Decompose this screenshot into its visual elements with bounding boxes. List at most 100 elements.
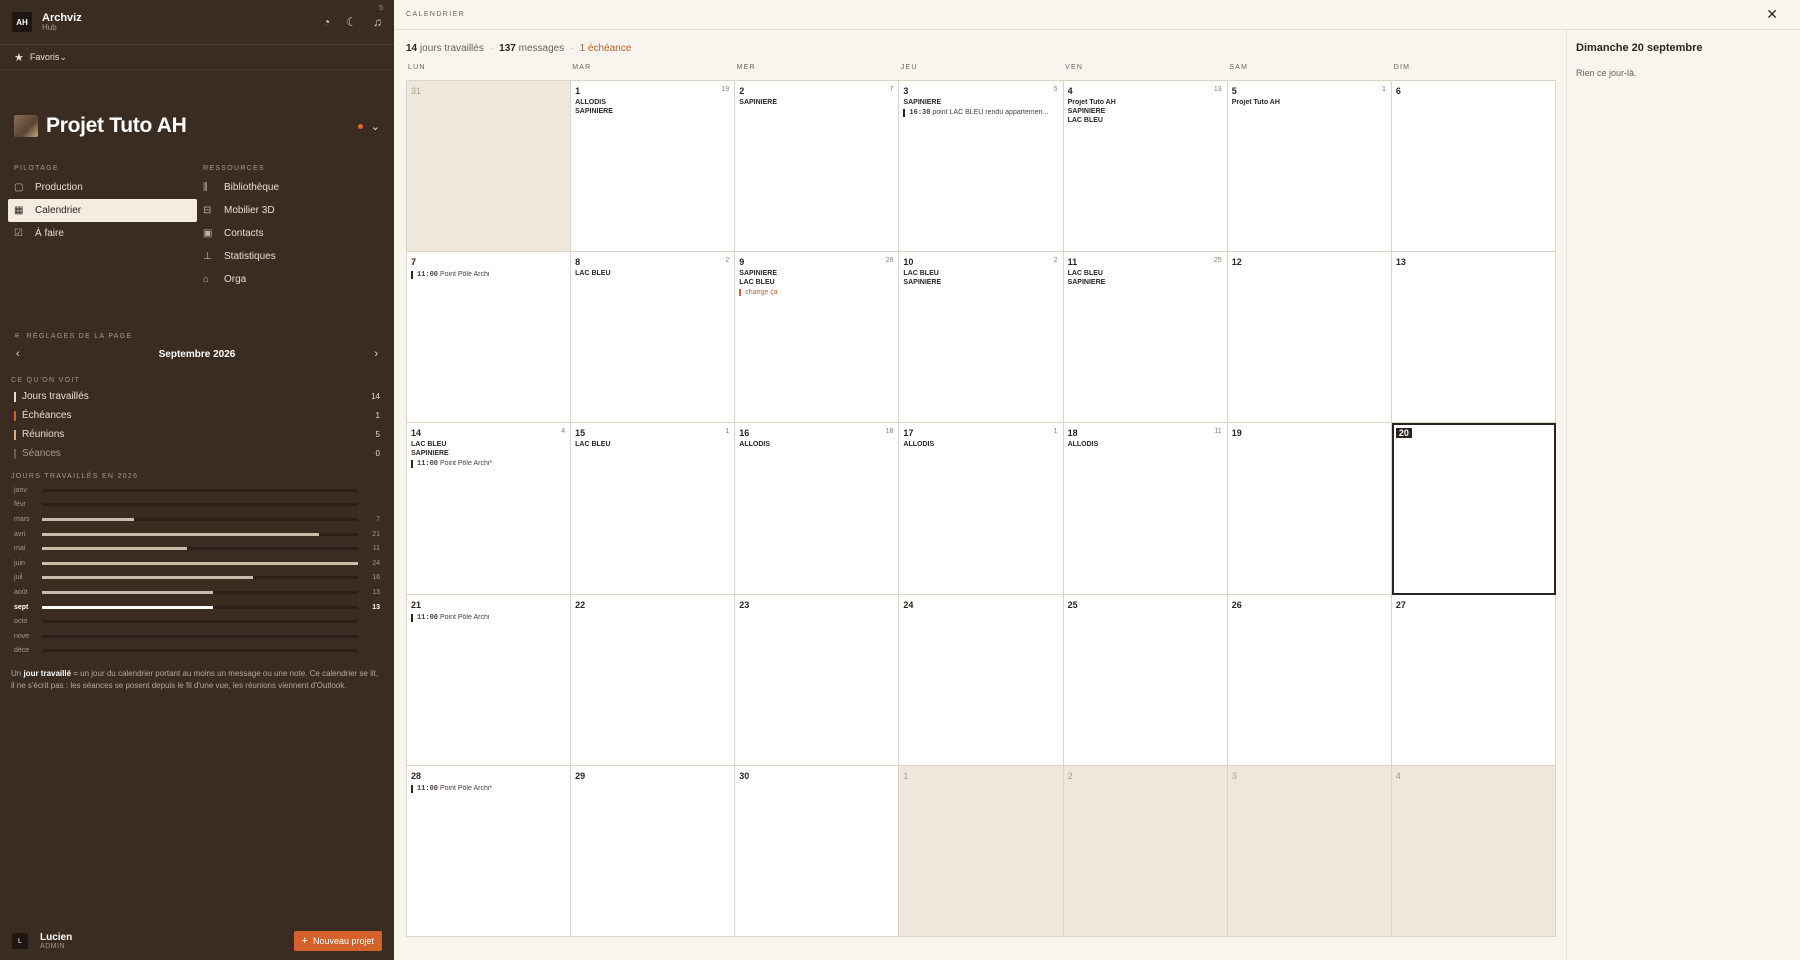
day-cell[interactable]: 9 28 SAPINIERE LAC BLEU change ça [735,252,900,424]
project-event[interactable]: LAC BLEU [1068,117,1223,124]
day-cell[interactable]: 25 [1063,594,1228,766]
meeting-event[interactable]: 11:00 Point Pôle Archi* [411,784,566,793]
layer-toggle[interactable]: Jours travaillés 14 [0,387,394,406]
deadline-event[interactable]: change ça [739,289,894,297]
project-event[interactable]: Projet Tuto AH [1232,99,1387,106]
day-cell[interactable]: 3 5 SAPINIERE 16:30 point LAC BLEU rendu ap… [899,81,1064,253]
month-value: 13 [372,603,380,611]
user-avatar[interactable]: L [12,933,28,949]
day-cell[interactable]: 20 [1391,423,1556,595]
day-cell[interactable]: 23 [735,594,900,766]
new-project-button[interactable]: + Nouveau projet [293,931,382,951]
moon-icon[interactable]: ☾ [346,15,357,29]
project-event[interactable]: SAPINIERE [575,108,730,115]
day-number: 15 [575,428,586,439]
nav-item-biblioth-que[interactable]: ⫼ Bibliothèque [197,176,386,199]
day-number: 2 [1067,770,1073,781]
day-number: 22 [575,599,586,610]
day-cell[interactable]: 5 1 Projet Tuto AH [1227,81,1392,253]
nav-item-statistiques[interactable]: ⊥ Statistiques [197,245,386,268]
day-number: 4 [1395,770,1401,781]
project-event[interactable]: SAPINIERE [1068,279,1223,286]
project-event[interactable]: ALLODIS [739,441,894,448]
folder-icon: ▢ [14,182,24,193]
project-event[interactable]: SAPINIERE [1068,108,1223,115]
day-cell[interactable]: 1 [899,765,1064,937]
org-icon: ⌂ [203,274,210,285]
meeting-event[interactable]: 11:00 Point Pôle Archi* [411,460,566,469]
project-event[interactable]: SAPINIERE [739,270,894,277]
day-cell[interactable]: 12 [1227,252,1392,424]
bell-icon[interactable]: ♫ [373,15,382,29]
project-event[interactable]: SAPINIERE [739,99,894,106]
weekday-label: MER [736,64,756,71]
meeting-event[interactable]: 11:00 Point Pôle Archi [411,613,566,622]
layer-toggle[interactable]: Échéances 1 [0,406,394,425]
chevron-down-icon[interactable]: ⌄ [59,52,67,63]
day-cell[interactable]: 18 11 ALLODIS [1063,423,1228,595]
favorites-row[interactable]: ★ Favoris 5 ⌄ [0,5,394,69]
day-cell[interactable]: 1 19 ALLODIS SAPINIERE [571,81,736,253]
meeting-event[interactable]: 11:00 Point Pôle Archi [411,271,566,280]
nav-item--faire[interactable]: ☑ À faire [8,222,197,245]
day-cell[interactable]: 11 25 LAC BLEU SAPINIERE [1063,252,1228,424]
day-number: 20 [1395,428,1412,439]
nav-item-label: Production [35,182,83,193]
day-cell[interactable]: 15 1 LAC BLEU [571,423,736,595]
day-cell[interactable]: 24 [899,594,1064,766]
project-event[interactable]: LAC BLEU [739,279,894,286]
day-cell[interactable]: 7 11:00 Point Pôle Archi [407,252,572,424]
day-cell[interactable]: 28 11:00 Point Pôle Archi* [407,765,572,937]
day-cell[interactable]: 14 4 LAC BLEU SAPINIERE 11:00 Point Pôle Arc… [407,423,572,595]
nav-item-mobilier-3d[interactable]: ⊟ Mobilier 3D [197,199,386,222]
day-cell[interactable]: 16 18 ALLODIS [735,423,900,595]
project-event[interactable]: SAPINIERE [903,99,1058,106]
project-event[interactable]: SAPINIERE [411,450,566,457]
meeting-event[interactable]: 16:30 point LAC BLEU rendu appartemen... [903,109,1058,117]
day-cell[interactable]: 22 [571,594,736,766]
day-cell[interactable]: 2 7 SAPINIERE [735,81,900,253]
day-cell[interactable]: 13 [1391,252,1556,424]
day-cell[interactable]: 19 [1227,423,1392,595]
weekday-label: VEN [1065,64,1084,71]
project-event[interactable]: LAC BLEU [575,441,730,448]
layer-toggle[interactable]: Réunions 5 [0,425,394,444]
project-event[interactable]: LAC BLEU [411,441,566,448]
day-cell[interactable]: 10 2 LAC BLEU SAPINIERE [899,252,1064,424]
project-event[interactable]: LAC BLEU [1068,270,1223,277]
palette-icon[interactable]: ◔ [323,15,330,29]
day-cell[interactable]: 27 [1391,594,1556,766]
project-event[interactable]: LAC BLEU [903,270,1058,277]
day-cell[interactable]: 4 [1391,765,1556,937]
day-cell[interactable]: 6 [1391,81,1556,253]
app-avatar[interactable]: AH [12,12,32,32]
nav-item-calendrier[interactable]: ▦ Calendrier [8,199,197,222]
day-cell[interactable]: 29 [571,765,736,937]
nav-item-contacts[interactable]: ▣ Contacts [197,222,386,245]
day-cell[interactable]: 21 11:00 Point Pôle Archi [407,594,572,766]
day-cell[interactable]: 26 [1227,594,1392,766]
message-count: 11 [1214,428,1222,436]
day-cell[interactable]: 31 [407,81,572,253]
project-event[interactable]: Projet Tuto AH [1068,99,1223,106]
day-cell[interactable]: 2 [1063,765,1228,937]
project-event[interactable]: ALLODIS [575,99,730,106]
layer-label: Séances [22,448,61,459]
meeting-time: 11:00 [417,784,439,793]
project-event[interactable]: LAC BLEU [575,270,730,277]
close-icon[interactable]: ✕ [1766,6,1778,23]
day-cell[interactable]: 8 2 LAC BLEU [571,252,736,424]
chevron-down-icon[interactable]: ⌄ [371,120,380,133]
nav-item-orga[interactable]: ⌂ Orga [197,268,386,291]
day-cell[interactable]: 3 [1227,765,1392,937]
nav-item-production[interactable]: ▢ Production [8,176,197,199]
day-cell[interactable]: 4 13 Projet Tuto AH SAPINIERE LAC BLEU [1063,81,1228,253]
layer-toggle[interactable]: Séances 0 [0,444,394,463]
project-event[interactable]: ALLODIS [903,441,1058,448]
day-cell[interactable]: 17 1 ALLODIS [899,423,1064,595]
day-cell[interactable]: 30 [735,765,900,937]
chevron-right-icon[interactable]: › [374,348,378,360]
project-event[interactable]: SAPINIERE [903,279,1058,286]
project-event[interactable]: ALLODIS [1068,441,1223,448]
page-settings-title[interactable]: ⚟ RÉGLAGES DE LA PAGE [0,329,394,343]
